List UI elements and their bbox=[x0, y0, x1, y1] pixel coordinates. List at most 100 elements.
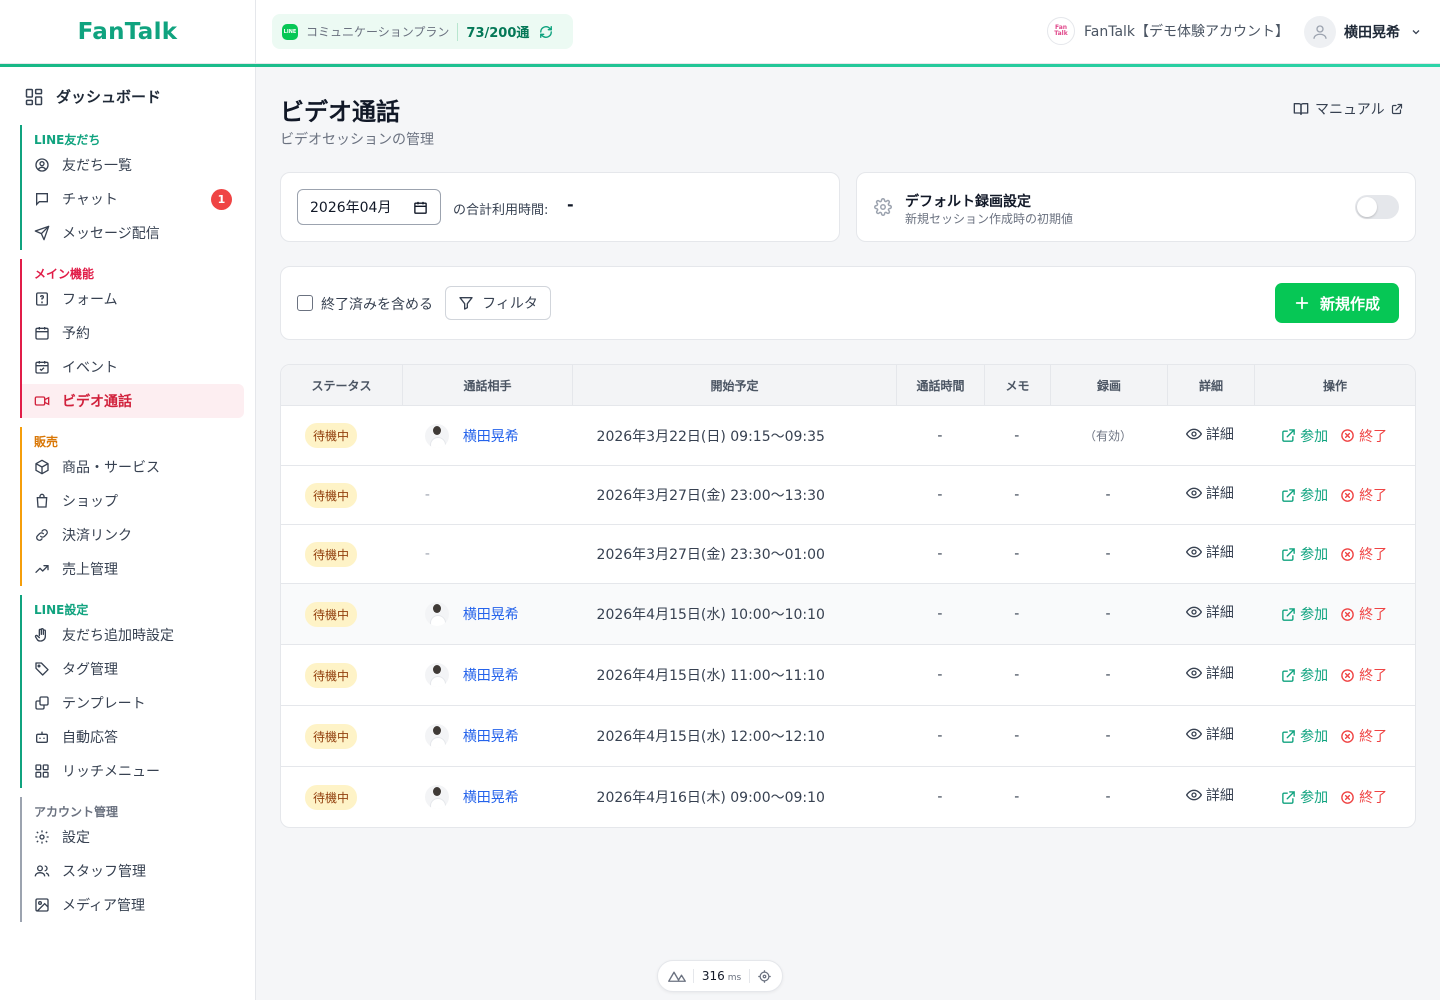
partner-name-link[interactable]: 横田晃希 bbox=[463, 665, 519, 685]
chevron-down-icon[interactable] bbox=[1410, 26, 1422, 38]
sidebar-item-label: 友だち追加時設定 bbox=[62, 628, 174, 644]
sidebar-item-shop[interactable]: ショップ bbox=[22, 484, 244, 518]
join-button[interactable]: 参加 bbox=[1281, 544, 1328, 564]
refresh-icon[interactable] bbox=[539, 25, 553, 39]
partner-name-link[interactable]: 横田晃希 bbox=[463, 787, 519, 807]
nav-group-line-friends: LINE友だち 友だち一覧 チャット 1 メッセージ配信 bbox=[20, 125, 244, 250]
logo-area[interactable]: FanTalk bbox=[0, 0, 256, 64]
detail-link[interactable]: 詳細 bbox=[1185, 785, 1234, 805]
end-button[interactable]: 終了 bbox=[1340, 604, 1387, 624]
sidebar-item-form[interactable]: フォーム bbox=[22, 282, 244, 316]
join-button[interactable]: 参加 bbox=[1281, 787, 1328, 807]
detail-link[interactable]: 詳細 bbox=[1185, 542, 1234, 562]
avatar bbox=[424, 663, 449, 687]
eye-icon bbox=[1185, 428, 1202, 439]
column-header: 通話相手 bbox=[403, 365, 573, 405]
start-cell: 2026年4月15日(水) 12:00〜12:10 bbox=[596, 729, 825, 745]
include-finished-label[interactable]: 終了済みを含める bbox=[321, 294, 433, 314]
sidebar-item-settings[interactable]: 設定 bbox=[22, 820, 244, 854]
partner-name-link[interactable]: 横田晃希 bbox=[463, 426, 519, 446]
avatar[interactable] bbox=[1304, 16, 1336, 48]
sidebar-item-label: メディア管理 bbox=[62, 898, 146, 914]
recording-default-toggle[interactable] bbox=[1355, 195, 1399, 219]
end-button[interactable]: 終了 bbox=[1340, 787, 1387, 807]
calendar-icon[interactable] bbox=[413, 200, 428, 215]
sidebar-item-sales[interactable]: 売上管理 bbox=[22, 552, 244, 586]
sidebar-item-video-call[interactable]: ビデオ通話 bbox=[22, 384, 244, 418]
sidebar-item-chat[interactable]: チャット 1 bbox=[22, 182, 244, 216]
sidebar-item-broadcast[interactable]: メッセージ配信 bbox=[22, 216, 244, 250]
recording-cell: - bbox=[1050, 466, 1167, 524]
partner-cell: 横田晃希 bbox=[403, 584, 573, 644]
start-cell: 2026年4月16日(木) 09:00〜09:10 bbox=[596, 790, 825, 806]
user-name[interactable]: 横田晃希 bbox=[1344, 22, 1400, 42]
sidebar-item-template[interactable]: テンプレート bbox=[22, 686, 244, 720]
month-picker[interactable]: 2026年04月 bbox=[297, 189, 441, 225]
nav-group-line-settings: LINE設定 友だち追加時設定 タグ管理 テンプレート 自動応答 リッチメニュー bbox=[20, 595, 244, 788]
join-button[interactable]: 参加 bbox=[1281, 726, 1328, 746]
end-label: 終了 bbox=[1359, 488, 1388, 504]
recording-value: - bbox=[1105, 606, 1111, 622]
sidebar-item-friend-add[interactable]: 友だち追加時設定 bbox=[22, 618, 244, 652]
join-button[interactable]: 参加 bbox=[1281, 485, 1328, 505]
sidebar-item-rich-menu[interactable]: リッチメニュー bbox=[22, 754, 244, 788]
account-switcher[interactable]: Fan Talk FanTalk【デモ体験アカウント】 bbox=[1047, 17, 1289, 45]
end-button[interactable]: 終了 bbox=[1340, 485, 1387, 505]
avatar bbox=[424, 785, 449, 809]
start-cell: 2026年4月15日(水) 10:00〜10:10 bbox=[596, 607, 825, 623]
duration-cell: - bbox=[937, 667, 943, 683]
detail-link[interactable]: 詳細 bbox=[1185, 663, 1234, 683]
detail-link[interactable]: 詳細 bbox=[1185, 483, 1234, 503]
plan-count: 73/200通 bbox=[466, 26, 530, 41]
duration-cell: - bbox=[937, 427, 943, 444]
start-cell: 2026年3月22日(日) 09:15〜09:35 bbox=[596, 428, 825, 445]
detail-link[interactable]: 詳細 bbox=[1185, 424, 1234, 444]
sidebar-item-label: ダッシュボード bbox=[56, 88, 162, 106]
new-session-button[interactable]: 新規作成 bbox=[1275, 283, 1399, 323]
top-header: FanTalk LINE コミュニケーションプラン 73/200通 Fan Ta… bbox=[0, 0, 1440, 64]
join-button[interactable]: 参加 bbox=[1281, 604, 1328, 624]
sidebar-item-products[interactable]: 商品・サービス bbox=[22, 450, 244, 484]
recording-cell: - bbox=[1050, 767, 1167, 827]
join-label: 参加 bbox=[1300, 488, 1329, 504]
join-button[interactable]: 参加 bbox=[1281, 426, 1328, 446]
sidebar-item-dashboard[interactable]: ダッシュボード bbox=[24, 86, 161, 107]
avatar bbox=[424, 602, 449, 626]
detail-link[interactable]: 詳細 bbox=[1185, 724, 1234, 744]
sidebar-item-friends[interactable]: 友だち一覧 bbox=[22, 148, 244, 182]
app-logo[interactable]: FanTalk bbox=[78, 19, 178, 45]
table-row: 待機中 - 2026年3月27日(金) 23:00〜13:30 - - - 詳細 参加 終了 bbox=[281, 466, 1415, 525]
crosshair-icon[interactable] bbox=[757, 969, 772, 984]
end-button[interactable]: 終了 bbox=[1340, 426, 1387, 446]
user-menu[interactable]: 横田晃希 bbox=[1304, 16, 1422, 48]
end-button[interactable]: 終了 bbox=[1340, 665, 1387, 685]
sidebar-item-tags[interactable]: タグ管理 bbox=[22, 652, 244, 686]
filter-button[interactable]: フィルタ bbox=[445, 286, 551, 320]
users-icon bbox=[34, 865, 50, 877]
calendar-check-icon bbox=[35, 361, 49, 374]
sidebar-item-label: 友だち一覧 bbox=[62, 158, 132, 174]
detail-cell: 詳細 bbox=[1166, 645, 1253, 705]
perf-indicator[interactable]: 316 ms bbox=[657, 960, 783, 992]
partner-name-link[interactable]: 横田晃希 bbox=[463, 604, 519, 624]
eye-icon bbox=[1185, 667, 1202, 679]
join-button[interactable]: 参加 bbox=[1281, 665, 1328, 685]
sidebar-item-staff[interactable]: スタッフ管理 bbox=[22, 854, 244, 888]
end-button[interactable]: 終了 bbox=[1340, 544, 1387, 564]
sidebar-item-event[interactable]: イベント bbox=[22, 350, 244, 384]
sidebar-item-media[interactable]: メディア管理 bbox=[22, 888, 244, 922]
sidebar-item-auto-reply[interactable]: 自動応答 bbox=[22, 720, 244, 754]
sidebar-item-payment-link[interactable]: 決済リンク bbox=[22, 518, 244, 552]
partner-name-link[interactable]: 横田晃希 bbox=[463, 726, 519, 746]
sidebar-item-reservation[interactable]: 予約 bbox=[22, 316, 244, 350]
user-icon bbox=[1313, 25, 1327, 39]
account-name[interactable]: FanTalk【デモ体験アカウント】 bbox=[1084, 21, 1289, 41]
table-row: 待機中 横田晃希 2026年3月22日(日) 09:15〜09:35 - - （有効） 詳細… bbox=[281, 406, 1415, 466]
detail-link[interactable]: 詳細 bbox=[1185, 602, 1234, 622]
status-badge: 待機中 bbox=[305, 541, 358, 567]
manual-link[interactable]: マニュアル bbox=[1293, 99, 1403, 119]
table-row: 待機中 横田晃希 2026年4月16日(木) 09:00〜09:10 - - - 詳細 参加 終… bbox=[281, 767, 1415, 827]
end-button[interactable]: 終了 bbox=[1340, 726, 1387, 746]
memo-cell: - bbox=[1014, 728, 1020, 744]
include-finished-checkbox[interactable] bbox=[297, 295, 313, 311]
